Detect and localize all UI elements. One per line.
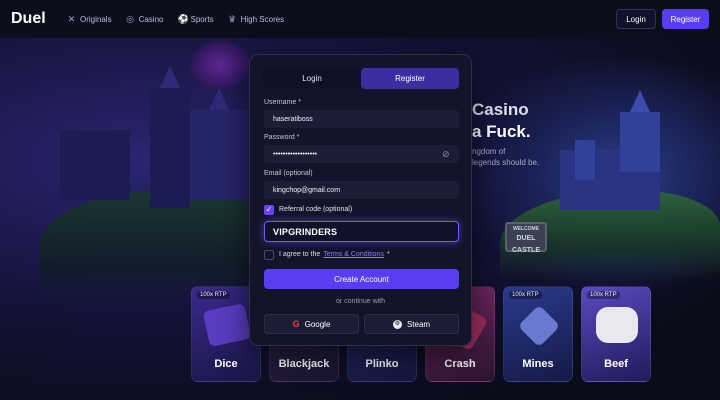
nav-sports[interactable]: ⚽ Sports [177,13,214,24]
left-castle-wall [60,130,130,200]
terms-checkbox[interactable] [264,250,274,260]
referral-checkbox[interactable]: ✓ [264,205,274,215]
username-label: Username * [264,99,301,106]
header-login-button[interactable]: Login [616,9,656,29]
tab-register[interactable]: Register [361,68,459,89]
referral-label: Referral code (optional) [279,206,353,213]
game-name: Dice [214,358,238,370]
password-value: •••••••••••••••••• [273,150,318,158]
tower-roof [630,90,650,112]
trophy-icon: ♛ [228,13,237,24]
password-label: Password * [264,134,300,141]
referral-code-input[interactable]: VIPGRINDERS [264,221,459,242]
password-field[interactable]: •••••••••••••••••• ⊘ [264,145,459,163]
hero-subtitle-line2: legends should be. [472,158,540,167]
terms-prefix: I agree to the [279,251,321,258]
nav-originals[interactable]: ✕ Originals [67,13,112,24]
tower-roof [209,88,229,110]
cow-art [596,307,638,343]
game-name: Beef [604,358,628,370]
nav-casino[interactable]: ◎ Casino [126,13,164,24]
steam-button[interactable]: ⚙ Steam [364,314,459,334]
username-field[interactable]: haseratiboss [264,110,459,128]
eye-slash-icon[interactable]: ⊘ [442,149,452,159]
rtp-badge: 100x RTP [197,291,230,299]
tower-roof [160,66,180,88]
main-nav: ✕ Originals ◎ Casino ⚽ Sports ♛ High Sco… [67,13,285,24]
auth-modal: Login Register Username * haseratiboss P… [249,54,472,346]
left-castle-keep [190,110,248,200]
hero-text: Casino a Fuck. ngdom of legends should b… [472,100,539,168]
rtp-badge: 100x RTP [587,291,620,299]
duel-castle-sign: WELCOME DUEL CASTLE [505,222,547,254]
create-account-button[interactable]: Create Account [264,269,459,289]
right-castle-turret [575,140,595,180]
hero-subtitle-line1: ngdom of [472,147,506,156]
hero-title-line1: Casino [472,100,529,119]
sign-top-text: WELCOME [512,226,540,232]
header-register-button[interactable]: Register [662,9,709,29]
right-castle-tower [620,112,660,172]
google-label: Google [304,319,331,329]
or-continue-label: or continue with [335,298,386,305]
terms-agreement: I agree to the Terms & Conditions * [279,251,390,258]
game-name: Plinko [365,358,399,370]
nav-originals-label: Originals [80,14,112,24]
purple-smoke [190,40,250,90]
dice-art [202,303,252,347]
game-card-mines[interactable]: 100x RTP Mines [503,286,573,382]
nav-high-scores-label: High Scores [240,14,285,24]
nav-high-scores[interactable]: ♛ High Scores [228,13,285,24]
game-name: Blackjack [278,358,330,370]
google-button[interactable]: G Google [264,314,359,334]
email-field[interactable]: kingchop@gmail.com [264,181,459,199]
casino-chip-icon: ◎ [126,13,134,24]
steam-label: Steam [406,319,431,329]
email-label: Email (optional) [264,170,313,177]
hero-title-line2: a Fuck. [472,122,531,141]
rtp-badge: 100x RTP [509,291,542,299]
steam-icon: ⚙ [392,319,402,329]
ball-icon: ⚽ [177,13,189,24]
hero-subtitle: ngdom of legends should be. [472,146,539,168]
crossed-swords-icon: ✕ [67,13,76,24]
header-buttons: Login Register [616,9,709,29]
nav-sports-label: Sports [190,14,214,24]
nav-casino-label: Casino [138,14,164,24]
game-name: Mines [522,358,554,370]
sign-text: DUEL CASTLE [512,235,540,254]
tab-login[interactable]: Login [263,68,361,89]
mines-art [517,304,561,348]
game-card-beef[interactable]: 100x RTP Beef [581,286,651,382]
duel-logo[interactable]: Duel [11,10,63,28]
terms-link[interactable]: Terms & Conditions [323,251,384,258]
top-header: Duel ✕ Originals ◎ Casino ⚽ Sports ♛ Hig… [0,0,720,38]
left-castle-tower [150,88,190,208]
terms-required-mark: * [386,251,390,258]
game-name: Crash [444,358,476,370]
google-icon: G [292,319,300,329]
auth-tabs: Login Register [263,68,459,89]
